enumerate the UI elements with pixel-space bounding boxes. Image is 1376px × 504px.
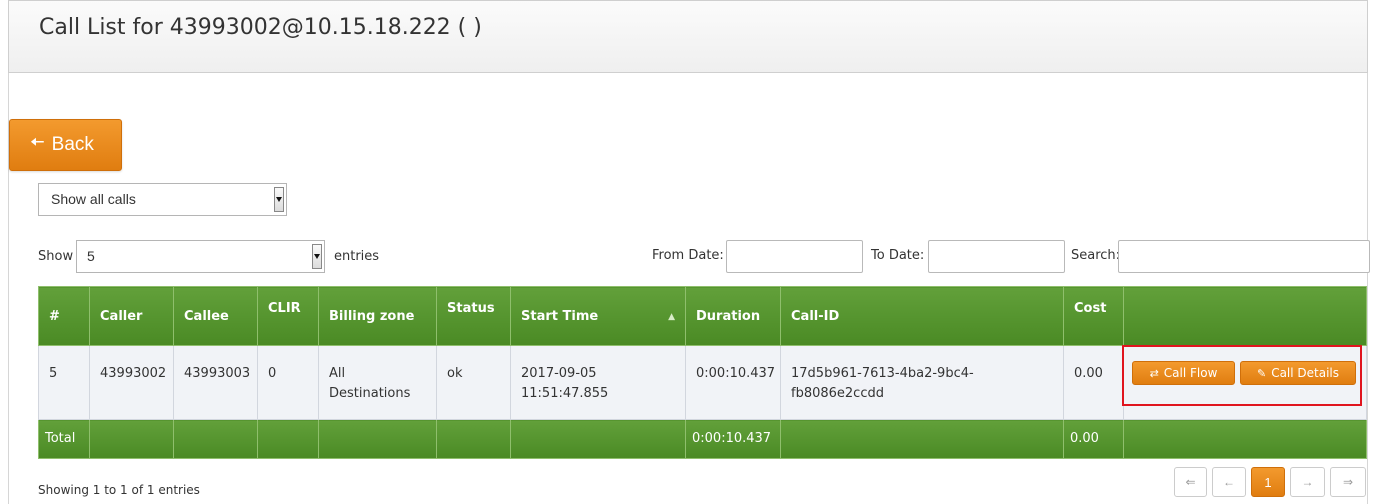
show-label: Show [38, 249, 74, 264]
to-date-label: To Date: [871, 248, 925, 263]
col-status[interactable]: Status [436, 286, 511, 346]
start-clock: 11:51:47.855 [521, 386, 609, 401]
arrow-left-icon: 🠄 [30, 132, 45, 152]
cell-clir: 0 [257, 345, 319, 420]
col-actions [1123, 286, 1367, 346]
billing-zone-line-2: Destinations [329, 386, 411, 401]
edit-icon: ✎ [1256, 366, 1267, 380]
table-info: Showing 1 to 1 of 1 entries [38, 483, 200, 497]
entries-select-value: 5 [87, 248, 95, 264]
col-num[interactable]: # [38, 286, 90, 346]
back-button-label: Back [51, 134, 94, 155]
total-empty [318, 419, 437, 459]
call-flow-label: Call Flow [1163, 366, 1218, 380]
cell-status: ok [436, 345, 511, 420]
cell-callee: 43993003 [173, 345, 258, 420]
calls-filter-select[interactable]: Show all calls [38, 183, 287, 216]
search-input[interactable] [1118, 240, 1370, 273]
to-date-input[interactable] [928, 240, 1065, 273]
total-label: Total [38, 419, 90, 459]
col-caller[interactable]: Caller [89, 286, 174, 346]
pager-next-button[interactable]: → [1290, 467, 1325, 497]
total-empty [436, 419, 511, 459]
col-call-id[interactable]: Call-ID [780, 286, 1064, 346]
cell-caller: 43993002 [89, 345, 174, 420]
cell-duration: 0:00:10.437 [685, 345, 781, 420]
chevron-down-icon [274, 187, 284, 212]
col-callee[interactable]: Callee [173, 286, 258, 346]
cell-num: 5 [38, 345, 90, 420]
cell-billing-zone: All Destinations [318, 345, 437, 420]
total-empty [257, 419, 319, 459]
pager-last-button[interactable]: ⇒ [1330, 467, 1366, 497]
total-duration: 0:00:10.437 [685, 419, 781, 459]
shuffle-icon: ⇄ [1149, 366, 1159, 380]
table-total-row: Total 0:00:10.437 0.00 [38, 419, 1367, 459]
total-empty [780, 419, 1064, 459]
entries-label: entries [334, 249, 380, 264]
call-flow-button[interactable]: ⇄ Call Flow [1132, 361, 1235, 385]
table-header-row: # Caller Callee CLIR Billing zone Status… [38, 286, 1367, 346]
total-empty [89, 419, 174, 459]
page-title: Call List for 43993002@10.15.18.222 ( ) [39, 15, 482, 40]
col-duration[interactable]: Duration [685, 286, 781, 346]
col-start-time-label: Start Time [521, 308, 599, 324]
total-empty [1123, 419, 1367, 459]
calls-filter-value: Show all calls [51, 191, 136, 207]
pager-page-1[interactable]: 1 [1251, 467, 1285, 497]
pager-first-button[interactable]: ⇐ [1174, 467, 1207, 497]
from-date-input[interactable] [726, 240, 863, 273]
cell-start-time: 2017-09-05 11:51:47.855 [510, 345, 686, 420]
call-details-label: Call Details [1271, 366, 1340, 380]
col-billing-zone[interactable]: Billing zone [318, 286, 437, 346]
sort-asc-icon: ▲ [668, 311, 675, 322]
col-start-time[interactable]: Start Time ▲ [510, 286, 686, 346]
from-date-label: From Date: [652, 248, 724, 263]
cell-call-id: 17d5b961-7613-4ba2-9bc4- fb8086e2ccdd [780, 345, 1064, 420]
total-cost: 0.00 [1063, 419, 1124, 459]
cell-cost: 0.00 [1063, 345, 1124, 420]
start-date: 2017-09-05 [521, 366, 597, 381]
call-details-button[interactable]: ✎ Call Details [1240, 361, 1356, 385]
total-empty [510, 419, 686, 459]
entries-select[interactable]: 5 [76, 240, 325, 273]
back-button[interactable]: 🠄 Back [9, 119, 122, 171]
call-id-line-2: fb8086e2ccdd [791, 386, 884, 401]
pager-prev-button[interactable]: ← [1212, 467, 1246, 497]
billing-zone-line-1: All [329, 366, 346, 381]
call-id-line-1: 17d5b961-7613-4ba2-9bc4- [791, 366, 974, 381]
chevron-down-icon [312, 244, 322, 269]
total-empty [173, 419, 258, 459]
col-cost[interactable]: Cost [1063, 286, 1124, 346]
col-clir[interactable]: CLIR [257, 286, 319, 346]
search-label: Search: [1071, 248, 1121, 263]
page-header: Call List for 43993002@10.15.18.222 ( ) [8, 0, 1368, 73]
